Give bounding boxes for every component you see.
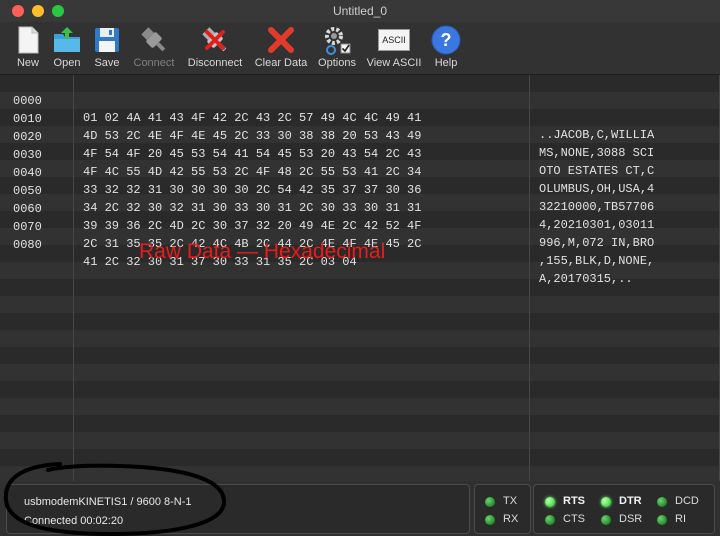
dsr-label: DSR [619, 513, 643, 525]
ascii-cell: ..JACOB,C,WILLIA [539, 128, 655, 142]
new-document-icon [18, 26, 39, 54]
open-label: Open [53, 57, 81, 69]
ascii-cell: 4,20210301,03011 [539, 218, 655, 232]
column-divider [73, 75, 74, 481]
offset-cell: 0080 [13, 238, 42, 252]
dtr-led-icon [601, 497, 611, 507]
connect-label: Connect [133, 57, 175, 69]
dcd-led-icon [657, 497, 667, 507]
ascii-cell: A,20170315,.. [539, 272, 633, 286]
table-row[interactable]: 0010 4D 53 2C 4E 4F 4E 45 2C 33 30 38 38… [0, 94, 654, 160]
ascii-cell: OLUMBUS,OH,USA,4 [539, 182, 655, 196]
rx-led-icon [485, 515, 495, 525]
ascii-icon-text: ASCII [378, 29, 410, 51]
tx-rx-panel: TX RX [474, 484, 531, 534]
usb-plug-icon [141, 27, 166, 52]
ri-led-icon [657, 515, 667, 525]
open-button[interactable]: Open [50, 24, 84, 72]
table-row[interactable]: 0000 01 02 4A 41 43 4F 42 2C 43 2C 57 49… [0, 76, 654, 142]
disconnect-label: Disconnect [187, 57, 243, 69]
disconnect-plug-icon [202, 27, 227, 52]
modem-lines-panel: RTS CTS DTR DSR DCD RI [533, 484, 715, 534]
hex-cell: 34 2C 32 30 32 31 30 33 30 31 2C 30 33 3… [83, 201, 422, 215]
hex-cell: 01 02 4A 41 43 4F 42 2C 43 2C 57 49 4C 4… [83, 111, 422, 125]
hex-cell: 4F 4C 55 4D 42 55 53 2C 4F 48 2C 55 53 4… [83, 165, 422, 179]
hex-cell: 4F 54 4F 20 45 53 54 41 54 45 53 20 43 5… [83, 147, 422, 161]
connection-info-panel: usbmodemKINETIS1 / 9600 8-N-1 Connected … [6, 484, 470, 534]
table-row[interactable]: 0020 4F 54 4F 20 45 53 54 41 54 45 53 20… [0, 112, 654, 178]
new-label: New [16, 57, 39, 69]
column-divider [529, 75, 530, 481]
ascii-icon: ASCII [378, 24, 410, 56]
hex-data-grid[interactable]: 0000 01 02 4A 41 43 4F 42 2C 43 2C 57 49… [0, 75, 720, 481]
window-title: Untitled_0 [332, 4, 388, 18]
ascii-cell: 996,M,072 IN,BRO [539, 236, 655, 250]
tx-led-icon [485, 497, 495, 507]
open-folder-icon [54, 27, 80, 52]
hex-cell: 39 39 36 2C 4D 2C 30 37 32 20 49 4E 2C 4… [83, 219, 422, 233]
dsr-led-icon [601, 515, 611, 525]
red-x-icon [268, 27, 294, 53]
save-disk-icon [95, 28, 119, 52]
tx-label: TX [503, 495, 518, 507]
help-button[interactable]: ? Help [430, 24, 462, 72]
table-row[interactable]: 0030 4F 4C 55 4D 42 55 53 2C 4F 48 2C 55… [0, 130, 654, 196]
title-bar: Untitled_0 [0, 0, 720, 23]
ascii-cell: MS,NONE,3088 SCI [539, 146, 655, 160]
hex-cell: 4D 53 2C 4E 4F 4E 45 2C 33 30 38 38 20 5… [83, 129, 422, 143]
options-label: Options [318, 57, 356, 69]
hex-cell: 33 32 32 31 30 30 30 30 2C 54 42 35 37 3… [83, 183, 422, 197]
rts-label: RTS [563, 495, 585, 507]
rx-label: RX [503, 513, 519, 525]
raw-data-annotation: Raw Data — Hexadecimal [139, 240, 386, 263]
new-button[interactable]: New [12, 24, 44, 72]
view-ascii-label: View ASCII [366, 57, 422, 69]
ri-label: RI [675, 513, 686, 525]
gears-icon [325, 27, 351, 55]
connect-button[interactable]: Connect [130, 24, 178, 72]
rts-led-icon [545, 497, 555, 507]
ascii-cell: 32210000,TB57706 [539, 200, 655, 214]
toolbar: New Open Save Connect Disconnect Clear D… [0, 22, 720, 75]
cts-label: CTS [563, 513, 585, 525]
disconnect-button[interactable]: Disconnect [184, 24, 246, 72]
ascii-cell: ,155,BLK,D,NONE, [539, 254, 655, 268]
status-bar: usbmodemKINETIS1 / 9600 8-N-1 Connected … [0, 481, 720, 536]
dtr-label: DTR [619, 495, 642, 507]
options-button[interactable]: Options [315, 24, 359, 72]
help-question-icon: ? [431, 25, 461, 55]
clear-data-button[interactable]: Clear Data [252, 24, 310, 72]
table-row[interactable]: 0070 2C 31 35 35 2C 42 4C 4B 2C 44 2C 4E… [0, 202, 654, 268]
view-ascii-button[interactable]: ASCII View ASCII [364, 24, 424, 72]
clear-data-label: Clear Data [254, 57, 308, 69]
svg-text:?: ? [441, 30, 452, 50]
ascii-cell: OTO ESTATES CT,C [539, 164, 655, 178]
save-button[interactable]: Save [91, 24, 123, 72]
dcd-label: DCD [675, 495, 699, 507]
connection-status-text: Connected 00:02:20 [24, 515, 124, 527]
port-info-text: usbmodemKINETIS1 / 9600 8-N-1 [24, 496, 192, 508]
table-row[interactable]: 0080 41 2C 32 30 31 37 30 33 31 35 2C 03… [0, 220, 633, 286]
cts-led-icon [545, 515, 555, 525]
help-label: Help [434, 57, 458, 69]
table-row[interactable]: 0060 39 39 36 2C 4D 2C 30 37 32 20 49 4E… [0, 184, 654, 250]
table-row[interactable]: 0050 34 2C 32 30 32 31 30 33 30 31 2C 30… [0, 166, 654, 232]
save-label: Save [94, 57, 120, 69]
table-row[interactable]: 0040 33 32 32 31 30 30 30 30 2C 54 42 35… [0, 148, 654, 214]
